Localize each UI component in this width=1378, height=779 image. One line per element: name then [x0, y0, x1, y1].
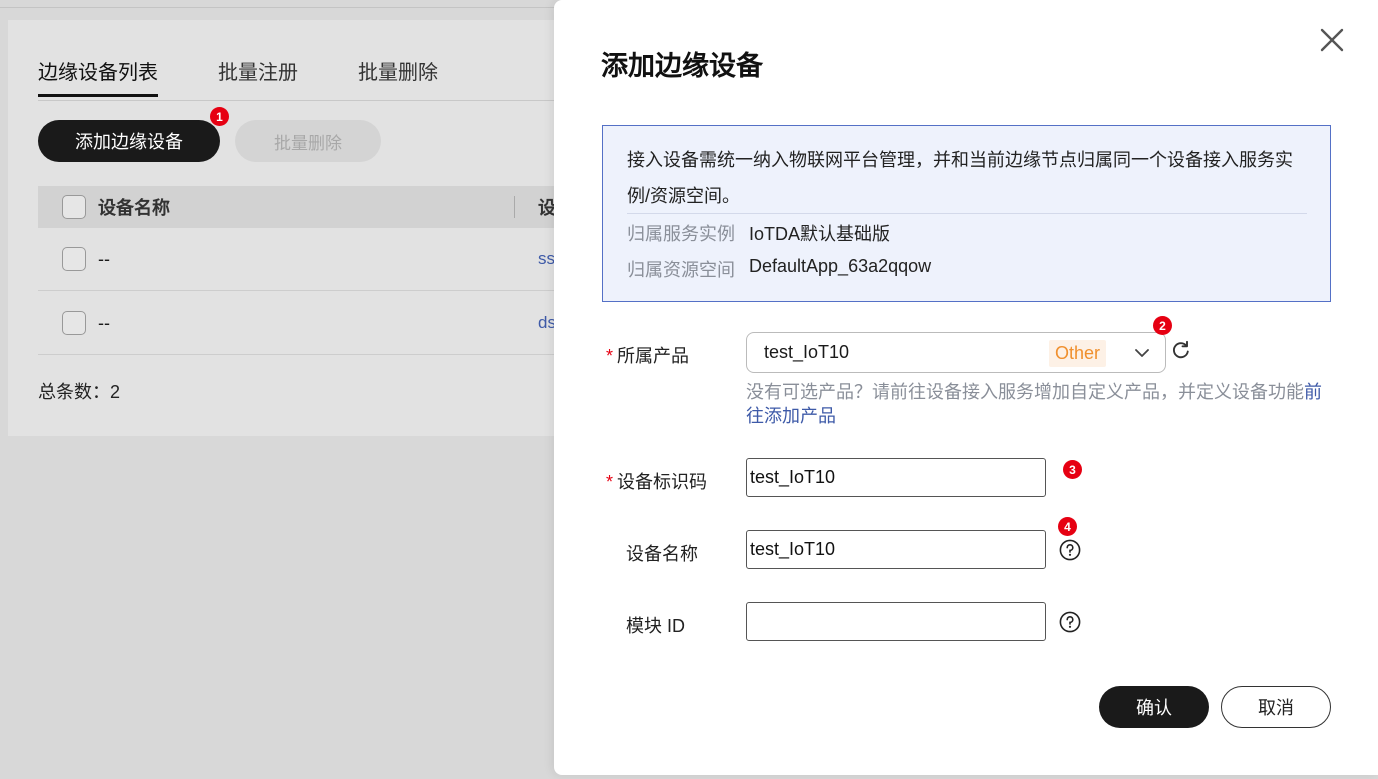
column-separator: [514, 196, 515, 218]
total-count: 总条数：2: [38, 382, 121, 402]
info-instance-row: 归属服务实例 IoTDA默认基础版: [627, 220, 890, 246]
tab-device-list[interactable]: 边缘设备列表: [38, 56, 158, 97]
device-id-label: * 设备标识码: [606, 472, 708, 492]
info-space-row: 归属资源空间 DefaultApp_63a2qqow: [627, 256, 931, 282]
row-checkbox[interactable]: [62, 247, 86, 271]
device-id-input[interactable]: [746, 458, 1046, 497]
step-badge-4: 4: [1058, 517, 1077, 536]
step-badge-3: 3: [1063, 460, 1082, 479]
table-row: -- ss: [38, 228, 608, 291]
help-icon[interactable]: [1059, 539, 1081, 561]
dialog-title: 添加边缘设备: [601, 51, 763, 81]
product-select-value: test_IoT10: [764, 342, 850, 362]
cancel-button[interactable]: 取消: [1221, 686, 1331, 728]
table-header: 设备名称 设: [38, 186, 608, 228]
add-edge-device-dialog: 添加边缘设备 接入设备需统一纳入物联网平台管理，并和当前边缘节点归属同一个设备接…: [554, 0, 1378, 775]
table-row: -- ds: [38, 292, 608, 355]
instance-label: 归属服务实例: [627, 224, 735, 244]
required-mark: *: [606, 346, 614, 366]
module-id-label: 模块 ID: [626, 616, 686, 636]
column-header-name: 设备名称: [98, 198, 170, 218]
tab-bar: 边缘设备列表 批量注册 批量删除: [38, 56, 438, 97]
product-hint: 没有可选产品？请前往设备接入服务增加自定义产品，并定义设备功能前往添加产品: [746, 380, 1336, 428]
info-text: 接入设备需统一纳入物联网平台管理，并和当前边缘节点归属同一个设备接入服务实例/资…: [627, 150, 1293, 206]
refresh-icon[interactable]: [1171, 340, 1191, 360]
product-select[interactable]: test_IoT10 Other: [746, 332, 1166, 373]
tab-batch-register[interactable]: 批量注册: [218, 56, 298, 97]
device-name-label: 设备名称: [626, 544, 698, 564]
row-device-name: --: [98, 248, 110, 269]
tab-divider: [38, 100, 608, 101]
space-label: 归属资源空间: [627, 260, 735, 280]
tab-batch-delete[interactable]: 批量删除: [358, 56, 438, 97]
info-notice: 接入设备需统一纳入物联网平台管理，并和当前边缘节点归属同一个设备接入服务实例/资…: [602, 125, 1331, 302]
confirm-button[interactable]: 确认: [1099, 686, 1209, 728]
help-icon[interactable]: [1059, 611, 1081, 633]
instance-value: IoTDA默认基础版: [749, 224, 891, 244]
product-label: * 所属产品: [606, 346, 690, 366]
row-checkbox[interactable]: [62, 311, 86, 335]
space-value: DefaultApp_63a2qqow: [749, 256, 932, 276]
module-id-input[interactable]: [746, 602, 1046, 641]
device-name-input[interactable]: [746, 530, 1046, 569]
batch-delete-button[interactable]: 批量删除: [235, 120, 381, 162]
info-divider: [627, 213, 1307, 214]
product-hint-text: 没有可选产品？请前往设备接入服务增加自定义产品，并定义设备功能: [746, 382, 1304, 402]
chevron-down-icon: [1135, 349, 1149, 357]
row-device-name: --: [98, 312, 110, 333]
step-badge-2: 2: [1153, 316, 1172, 335]
select-all-checkbox[interactable]: [62, 195, 86, 219]
add-edge-device-button[interactable]: 添加边缘设备: [38, 120, 220, 162]
row-link[interactable]: ss: [538, 249, 555, 269]
required-mark: *: [606, 472, 614, 492]
product-type-tag: Other: [1049, 340, 1107, 367]
step-badge-1: 1: [210, 107, 229, 126]
close-icon[interactable]: [1316, 24, 1348, 56]
